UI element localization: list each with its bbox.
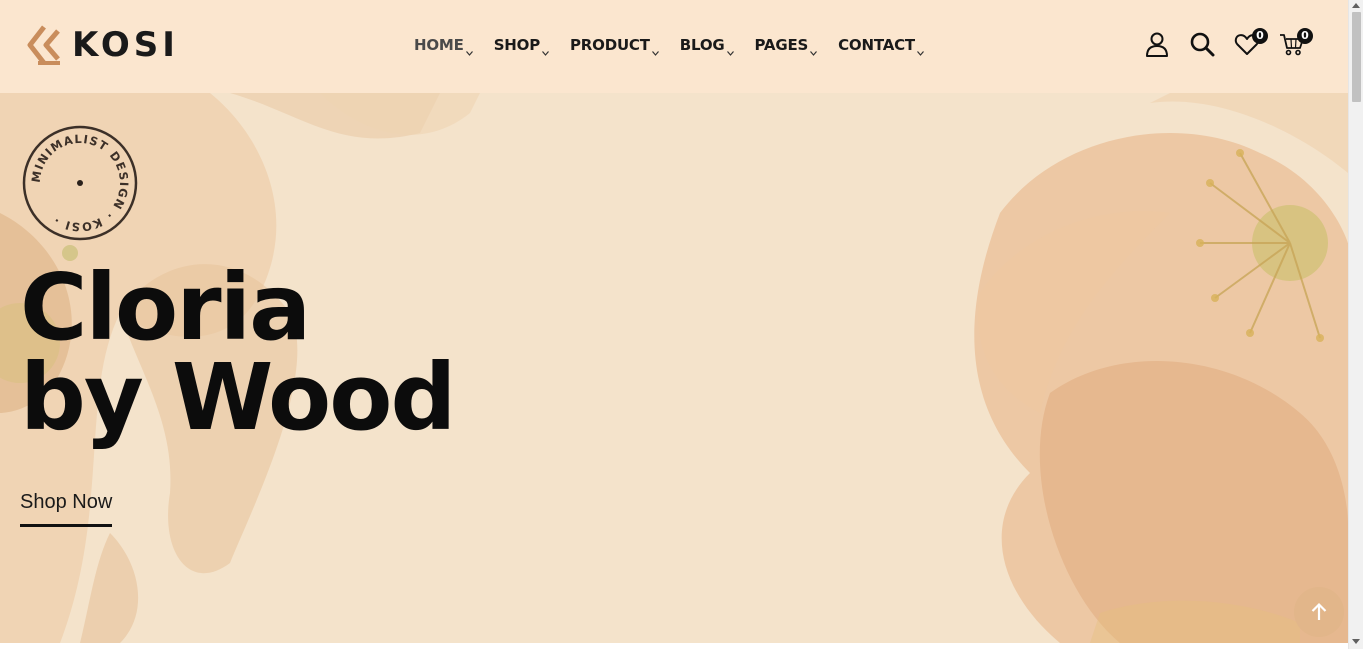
header-actions: 0 0 [1142, 28, 1332, 62]
wishlist-button[interactable]: 0 [1232, 28, 1268, 62]
page-scrollbar[interactable] [1348, 0, 1363, 649]
page-bottom-edge [0, 643, 1348, 649]
nav-label: HOME [414, 36, 464, 54]
minimalist-design-stamp: MINIMALIST DESIGN · KOSI · [22, 125, 138, 241]
arrow-up-icon [1311, 602, 1327, 620]
user-icon [1146, 32, 1168, 57]
chevron-down-icon [651, 51, 659, 56]
hero-banner: MINIMALIST DESIGN · KOSI · Cloria by Woo… [0, 93, 1348, 643]
nav-item-contact[interactable]: CONTACT [838, 36, 924, 56]
account-button[interactable] [1142, 28, 1174, 62]
nav-item-pages[interactable]: PAGES [754, 36, 818, 56]
nav-label: BLOG [679, 36, 725, 54]
scrollbar-thumb[interactable] [1352, 12, 1361, 102]
nav-label: PRODUCT [570, 36, 650, 54]
nav-label: SHOP [493, 36, 541, 54]
nav-label: PAGES [754, 36, 809, 54]
nav-item-blog[interactable]: BLOG [679, 36, 734, 56]
brand-logo[interactable]: KOSI [24, 24, 179, 66]
nav-label: CONTACT [838, 36, 915, 54]
nav-item-product[interactable]: PRODUCT [570, 36, 659, 56]
hero-title: Cloria by Wood [20, 254, 456, 451]
wishlist-count-badge: 0 [1252, 28, 1268, 44]
hero-title-line-1: Cloria [20, 254, 311, 361]
nav-item-shop[interactable]: SHOP [493, 36, 549, 56]
chevron-down-icon [465, 51, 473, 56]
chevron-down-icon [726, 51, 734, 56]
search-icon [1190, 32, 1215, 57]
chevron-down-icon [542, 51, 549, 56]
search-button[interactable] [1187, 28, 1219, 62]
brand-name: KOSI [72, 25, 179, 65]
scroll-up-arrow-icon[interactable] [1352, 3, 1360, 8]
logo-mark-icon [27, 25, 60, 65]
scroll-down-arrow-icon[interactable] [1352, 639, 1360, 644]
chevron-down-icon [916, 51, 924, 56]
cart-count-badge: 0 [1297, 28, 1313, 44]
site-header: KOSI HOME SHOP PRODUCT BLOG PAGES CONTAC… [0, 0, 1348, 93]
main-nav: HOME SHOP PRODUCT BLOG PAGES CONTACT [414, 36, 945, 56]
hero-title-line-2: by Wood [20, 344, 456, 451]
back-to-top-button[interactable] [1294, 587, 1344, 637]
cart-button[interactable]: 0 [1277, 28, 1313, 62]
nav-item-home[interactable]: HOME [414, 36, 473, 56]
shop-now-link[interactable]: Shop Now [20, 491, 113, 527]
chevron-down-icon [810, 51, 818, 56]
